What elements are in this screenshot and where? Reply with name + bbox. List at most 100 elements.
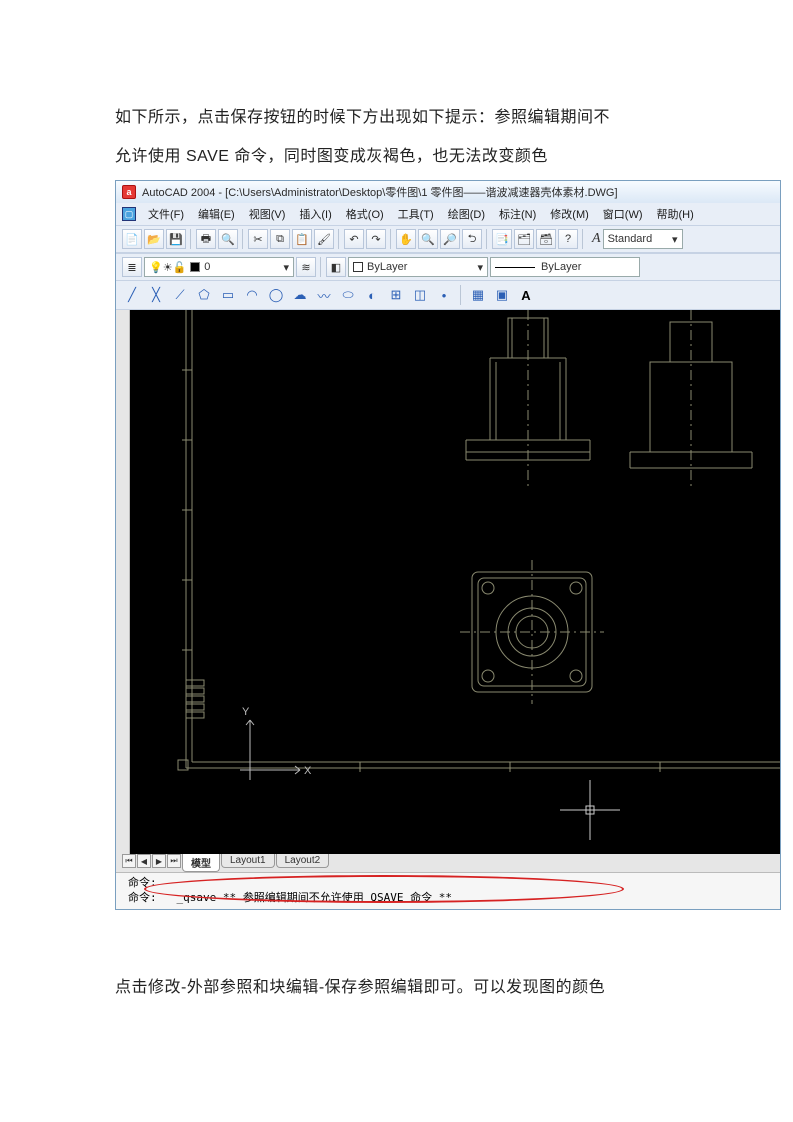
line-icon[interactable]: ╱ xyxy=(122,285,142,305)
hatch-icon[interactable]: ▦ xyxy=(468,285,488,305)
paragraph-3: 点击修改-外部参照和块编辑-保存参照编辑即可。可以发现图的颜色 xyxy=(115,970,678,1005)
undo-button[interactable]: ↶ xyxy=(344,229,364,249)
tab-model[interactable]: 模型 xyxy=(182,854,220,872)
tab-next-button[interactable]: ▶ xyxy=(152,854,166,868)
open-button[interactable]: 📂 xyxy=(144,229,164,249)
layer-combo[interactable]: 💡 ☀ 🔓 0 ▾ xyxy=(144,257,294,277)
text-icon[interactable]: A xyxy=(516,285,536,305)
ellipsearc-icon[interactable]: ◐ xyxy=(362,285,382,305)
properties-button[interactable]: 📑 xyxy=(492,229,512,249)
sun-icon: ☀ xyxy=(163,261,173,274)
zoom-win-button[interactable]: 🔎 xyxy=(440,229,460,249)
save-button[interactable]: 💾 xyxy=(166,229,186,249)
paste-button[interactable]: 📋 xyxy=(292,229,312,249)
menu-insert[interactable]: 插入(I) xyxy=(293,205,337,223)
layerstates-button[interactable]: ≋ xyxy=(296,257,316,277)
linetype-value: ByLayer xyxy=(541,261,581,273)
linetype-combo[interactable]: ByLayer xyxy=(490,257,640,277)
pan-button[interactable]: ✋ xyxy=(396,229,416,249)
toolbar-separator xyxy=(460,285,462,305)
toolbar-separator xyxy=(486,229,488,249)
drawing-canvas: X Y xyxy=(130,310,780,854)
rectangle-icon[interactable]: ▭ xyxy=(218,285,238,305)
color-button[interactable]: ◧ xyxy=(326,257,346,277)
toolbar-separator xyxy=(242,229,244,249)
xline-icon[interactable]: ╳ xyxy=(146,285,166,305)
zoom-rt-button[interactable]: 🔍 xyxy=(418,229,438,249)
circle-icon[interactable]: ◯ xyxy=(266,285,286,305)
point-icon[interactable]: • xyxy=(434,285,454,305)
menu-edit[interactable]: 编辑(E) xyxy=(192,205,241,223)
new-button[interactable]: 📄 xyxy=(122,229,142,249)
autocad-window: a AutoCAD 2004 - [C:\Users\Administrator… xyxy=(115,180,781,910)
color-swatch xyxy=(353,262,363,272)
menu-format[interactable]: 格式(O) xyxy=(340,205,390,223)
menu-tools[interactable]: 工具(T) xyxy=(392,205,440,223)
chevron-down-icon: ▾ xyxy=(672,233,678,246)
menu-dim[interactable]: 标注(N) xyxy=(493,205,542,223)
cmd-label-2: 命令: xyxy=(128,891,157,904)
textstyle-value: Standard xyxy=(608,233,653,245)
model-space-wrap: X Y xyxy=(116,310,780,854)
cmd-label-1: 命令: xyxy=(128,876,157,889)
pline-icon[interactable]: ⟋ xyxy=(170,285,190,305)
color-swatch xyxy=(190,262,200,272)
print-button[interactable]: 🖶 xyxy=(196,229,216,249)
title-bar: a AutoCAD 2004 - [C:\Users\Administrator… xyxy=(116,181,780,203)
ellipse-icon[interactable]: ⬭ xyxy=(338,285,358,305)
model-space[interactable]: X Y xyxy=(130,310,780,854)
standard-toolbar: 📄 📂 💾 🖶 🔍 ✂ ⧉ 📋 🖌 ↶ ↷ ✋ 🔍 🔎 ⮌ 📑 🗂 🗃 ? xyxy=(116,225,780,253)
window-title: AutoCAD 2004 - [C:\Users\Administrator\D… xyxy=(142,184,618,200)
zoom-prev-button[interactable]: ⮌ xyxy=(462,229,482,249)
preview-button[interactable]: 🔍 xyxy=(218,229,238,249)
cut-button[interactable]: ✂ xyxy=(248,229,268,249)
menu-modify[interactable]: 修改(M) xyxy=(544,205,595,223)
layer-manager-button[interactable]: ≣ xyxy=(122,257,142,277)
tab-prev-button[interactable]: ◀ xyxy=(137,854,151,868)
match-button[interactable]: 🖌 xyxy=(314,229,334,249)
color-combo[interactable]: ByLayer ▾ xyxy=(348,257,488,277)
tab-last-button[interactable]: ⏭ xyxy=(167,854,181,868)
toolbar-separator xyxy=(320,257,322,277)
redo-button[interactable]: ↷ xyxy=(366,229,386,249)
textstyle-combo[interactable]: Standard ▾ xyxy=(603,229,683,249)
linetype-preview xyxy=(495,267,535,268)
color-value: ByLayer xyxy=(367,261,407,273)
menu-help[interactable]: 帮助(H) xyxy=(651,205,700,223)
toolbar-separator xyxy=(582,229,584,249)
app-icon: a xyxy=(122,185,136,199)
arc-icon[interactable]: ◠ xyxy=(242,285,262,305)
spline-icon[interactable]: 〰 xyxy=(314,285,334,305)
svg-text:X: X xyxy=(304,765,312,777)
lock-icon: 🔓 xyxy=(173,261,187,274)
menu-view[interactable]: 视图(V) xyxy=(243,205,292,223)
menu-window[interactable]: 窗口(W) xyxy=(597,205,649,223)
insert-icon[interactable]: ⊞ xyxy=(386,285,406,305)
region-icon[interactable]: ▣ xyxy=(492,285,512,305)
cmd-output: _qsave ** 参照编辑期间不允许使用 QSAVE 命令 ** xyxy=(177,891,452,904)
polygon-icon[interactable]: ⬠ xyxy=(194,285,214,305)
tab-layout1[interactable]: Layout1 xyxy=(221,854,275,868)
designcenter-button[interactable]: 🗂 xyxy=(514,229,534,249)
tab-layout2[interactable]: Layout2 xyxy=(276,854,330,868)
toolbar-separator xyxy=(338,229,340,249)
command-window[interactable]: 命令: 命令: _qsave ** 参照编辑期间不允许使用 QSAVE 命令 *… xyxy=(116,872,780,909)
revcloud-icon[interactable]: ☁ xyxy=(290,285,310,305)
layer-name: 0 xyxy=(204,261,210,273)
left-scrollbar[interactable] xyxy=(116,310,130,854)
chevron-down-icon: ▾ xyxy=(283,261,289,274)
chevron-down-icon: ▾ xyxy=(477,261,483,274)
paragraph-2: 允许使用 SAVE 命令，同时图变成灰褐色，也无法改变颜色 xyxy=(115,139,678,174)
layer-toolbar: ≣ 💡 ☀ 🔓 0 ▾ ≋ ◧ ByLayer ▾ ByLayer xyxy=(116,253,780,281)
tab-first-button[interactable]: ⏮ xyxy=(122,854,136,868)
copy-button[interactable]: ⧉ xyxy=(270,229,290,249)
block-icon[interactable]: ◫ xyxy=(410,285,430,305)
paragraph-1: 如下所示，点击保存按钮的时候下方出现如下提示：参照编辑期间不 xyxy=(115,100,678,135)
doc-icon: ▢ xyxy=(122,207,136,221)
help-button[interactable]: ? xyxy=(558,229,578,249)
menu-draw[interactable]: 绘图(D) xyxy=(442,205,491,223)
layout-tabs: ⏮ ◀ ▶ ⏭ 模型 Layout1 Layout2 xyxy=(116,854,780,872)
toolpalette-button[interactable]: 🗃 xyxy=(536,229,556,249)
menu-file[interactable]: 文件(F) xyxy=(142,205,190,223)
menu-bar: ▢ 文件(F) 编辑(E) 视图(V) 插入(I) 格式(O) 工具(T) 绘图… xyxy=(116,203,780,225)
